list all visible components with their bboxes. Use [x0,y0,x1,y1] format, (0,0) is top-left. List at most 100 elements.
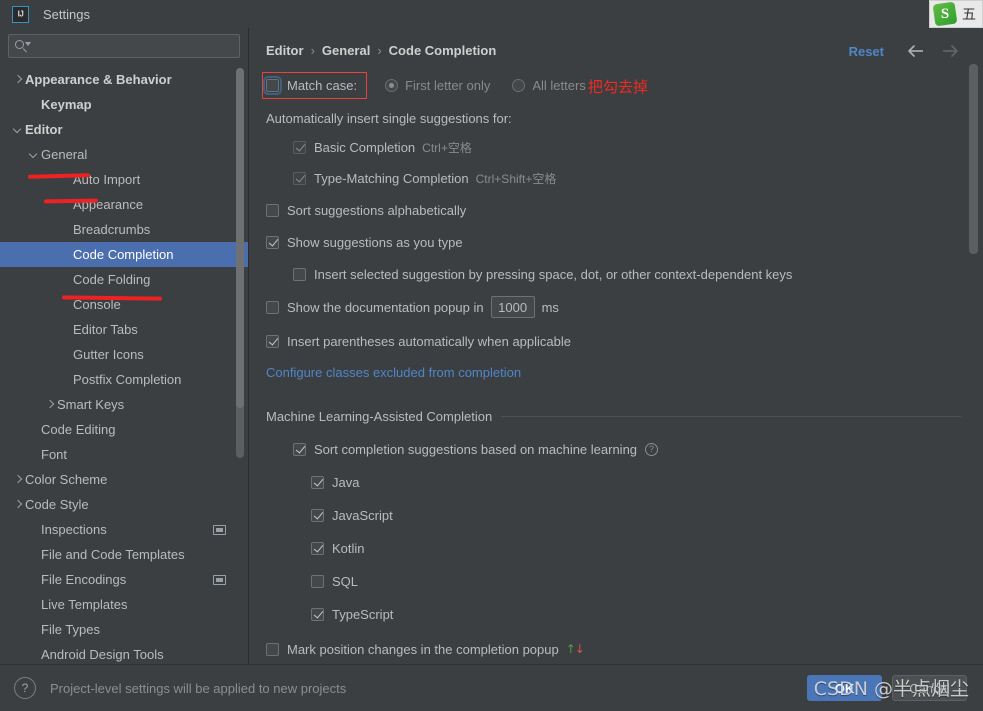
search-box[interactable] [8,34,240,58]
documentation-popup-unit: ms [541,299,559,315]
match-case-row: Match case: First letter only All letter… [263,72,961,98]
sidebar-item-code-style[interactable]: Code Style [0,492,248,517]
sidebar-item-breadcrumbs[interactable]: Breadcrumbs [0,217,248,242]
sidebar-item-file-types[interactable]: File Types [0,617,248,642]
mark-position-checkbox[interactable] [266,642,279,656]
cancel-button[interactable]: Cancel [892,675,967,701]
sidebar-item-code-completion[interactable]: Code Completion [0,242,248,267]
breadcrumb-item[interactable]: Code Completion [389,43,497,58]
show-suggestions-checkbox[interactable] [266,235,279,249]
sidebar-item-code-editing[interactable]: Code Editing [0,417,248,442]
settings-main-panel: Editor › General › Code Completion Reset Mat… [249,28,983,665]
match-case-checkbox[interactable] [263,75,282,95]
configure-excluded-classes-link[interactable]: Configure classes excluded from completi… [266,365,521,380]
sort-arrows-icon: ↑↓ [565,642,585,656]
ime-indicator[interactable]: 五 [929,0,983,28]
basic-completion-row: Basic Completion Ctrl+空格 [293,137,961,157]
type-matching-completion-checkbox[interactable] [293,171,306,185]
sort-alphabetically-checkbox[interactable] [266,203,279,217]
chevron-right-icon[interactable] [12,73,25,86]
chevron-right-icon[interactable] [12,498,25,511]
main-scrollbar-thumb[interactable] [969,64,978,254]
sidebar-item-keymap[interactable]: Keymap [0,92,248,117]
ml-sql-checkbox[interactable] [311,574,324,588]
ml-java-checkbox[interactable] [311,475,324,489]
chevron-right-icon[interactable] [12,473,25,486]
sidebar-item-appearance[interactable]: Appearance [0,192,248,217]
sidebar-item-appearance-behavior[interactable]: Appearance & Behavior [0,67,248,92]
sidebar-item-auto-import[interactable]: Auto Import [0,167,248,192]
ml-kotlin-checkbox[interactable] [311,541,324,555]
basic-completion-checkbox[interactable] [293,140,306,154]
ml-typescript-label: TypeScript [332,606,394,622]
settings-content: Match case: First letter only All letter… [249,70,983,665]
search-input[interactable] [33,38,233,54]
sidebar-item-postfix-completion[interactable]: Postfix Completion [0,367,248,392]
sidebar-item-general[interactable]: General [0,142,248,167]
sidebar-item-label: Code Style [25,497,89,512]
reset-link[interactable]: Reset [849,44,884,59]
sidebar-item-label: Appearance [73,197,144,212]
match-case-label: Match case: [287,77,358,93]
sidebar-item-label: Android Design Tools [41,647,164,662]
sidebar-item-label: File Types [41,622,101,637]
ml-language-row: Kotlin [311,538,961,558]
documentation-popup-checkbox[interactable] [266,300,279,314]
ml-kotlin-label: Kotlin [332,540,365,556]
sidebar-item-code-folding[interactable]: Code Folding [0,267,248,292]
ml-typescript-checkbox[interactable] [311,607,324,621]
help-question-icon[interactable] [14,677,36,699]
ml-sql-label: SQL [332,573,359,589]
window-title: Settings [43,6,90,22]
sort-ml-checkbox[interactable] [293,442,306,456]
project-level-badge-icon [213,524,226,535]
chevron-down-icon[interactable] [12,123,25,136]
sort-alphabetically-row: Sort suggestions alphabetically [266,200,961,220]
sort-alphabetically-label: Sort suggestions alphabetically [287,202,467,218]
all-letters-radio[interactable] [512,78,526,92]
ml-language-row: SQL [311,571,961,591]
insert-selected-row: Insert selected suggestion by pressing s… [293,264,961,284]
settings-sidebar: Appearance & Behavior Keymap Editor General… [0,28,248,665]
sidebar-item-label: Color Scheme [25,472,108,487]
help-icon[interactable] [645,442,659,456]
back-arrow-icon[interactable] [905,41,927,61]
show-suggestions-row: Show suggestions as you type [266,232,961,252]
sidebar-item-gutter-icons[interactable]: Gutter Icons [0,342,248,367]
chevron-down-icon[interactable] [28,148,41,161]
sidebar-item-color-scheme[interactable]: Color Scheme [0,467,248,492]
configure-excluded-classes-row: Configure classes excluded from completi… [266,362,961,382]
sidebar-item-font[interactable]: Font [0,442,248,467]
sidebar-scrollbar-thumb[interactable] [236,68,244,408]
sidebar-item-console[interactable]: Console [0,292,248,317]
insert-selected-checkbox[interactable] [293,267,306,281]
sidebar-item-file-and-code-templates[interactable]: File and Code Templates [0,542,248,567]
first-letter-only-radio[interactable] [385,78,399,92]
sidebar-item-label: Code Editing [41,422,116,437]
sidebar-item-android-design-tools[interactable]: Android Design Tools [0,642,248,665]
documentation-popup-delay-input[interactable] [490,296,535,318]
ime-mode-label: 五 [962,7,976,23]
forward-arrow-icon[interactable] [939,41,961,61]
sidebar-item-editor-tabs[interactable]: Editor Tabs [0,317,248,342]
sidebar-item-label: Postfix Completion [73,372,182,387]
sidebar-item-editor[interactable]: Editor [0,117,248,142]
breadcrumb-item[interactable]: General [322,43,370,58]
sort-ml-label: Sort completion suggestions based on mac… [314,441,638,457]
ok-button[interactable]: OK [807,675,882,701]
breadcrumb-item[interactable]: Editor [266,43,304,58]
sidebar-item-smart-keys[interactable]: Smart Keys [0,392,248,417]
sidebar-item-label: Auto Import [73,172,141,187]
ml-javascript-checkbox[interactable] [311,508,324,522]
breadcrumb: Editor › General › Code Completion [266,43,496,58]
title-bar: Settings 五 [0,0,983,28]
arrow-up-icon: ↑ [565,642,576,656]
sidebar-item-live-templates[interactable]: Live Templates [0,592,248,617]
sidebar-item-file-encodings[interactable]: File Encodings [0,567,248,592]
insert-parentheses-checkbox[interactable] [266,334,279,348]
chevron-right-icon[interactable] [44,398,57,411]
sidebar-item-inspections[interactable]: Inspections [0,517,248,542]
